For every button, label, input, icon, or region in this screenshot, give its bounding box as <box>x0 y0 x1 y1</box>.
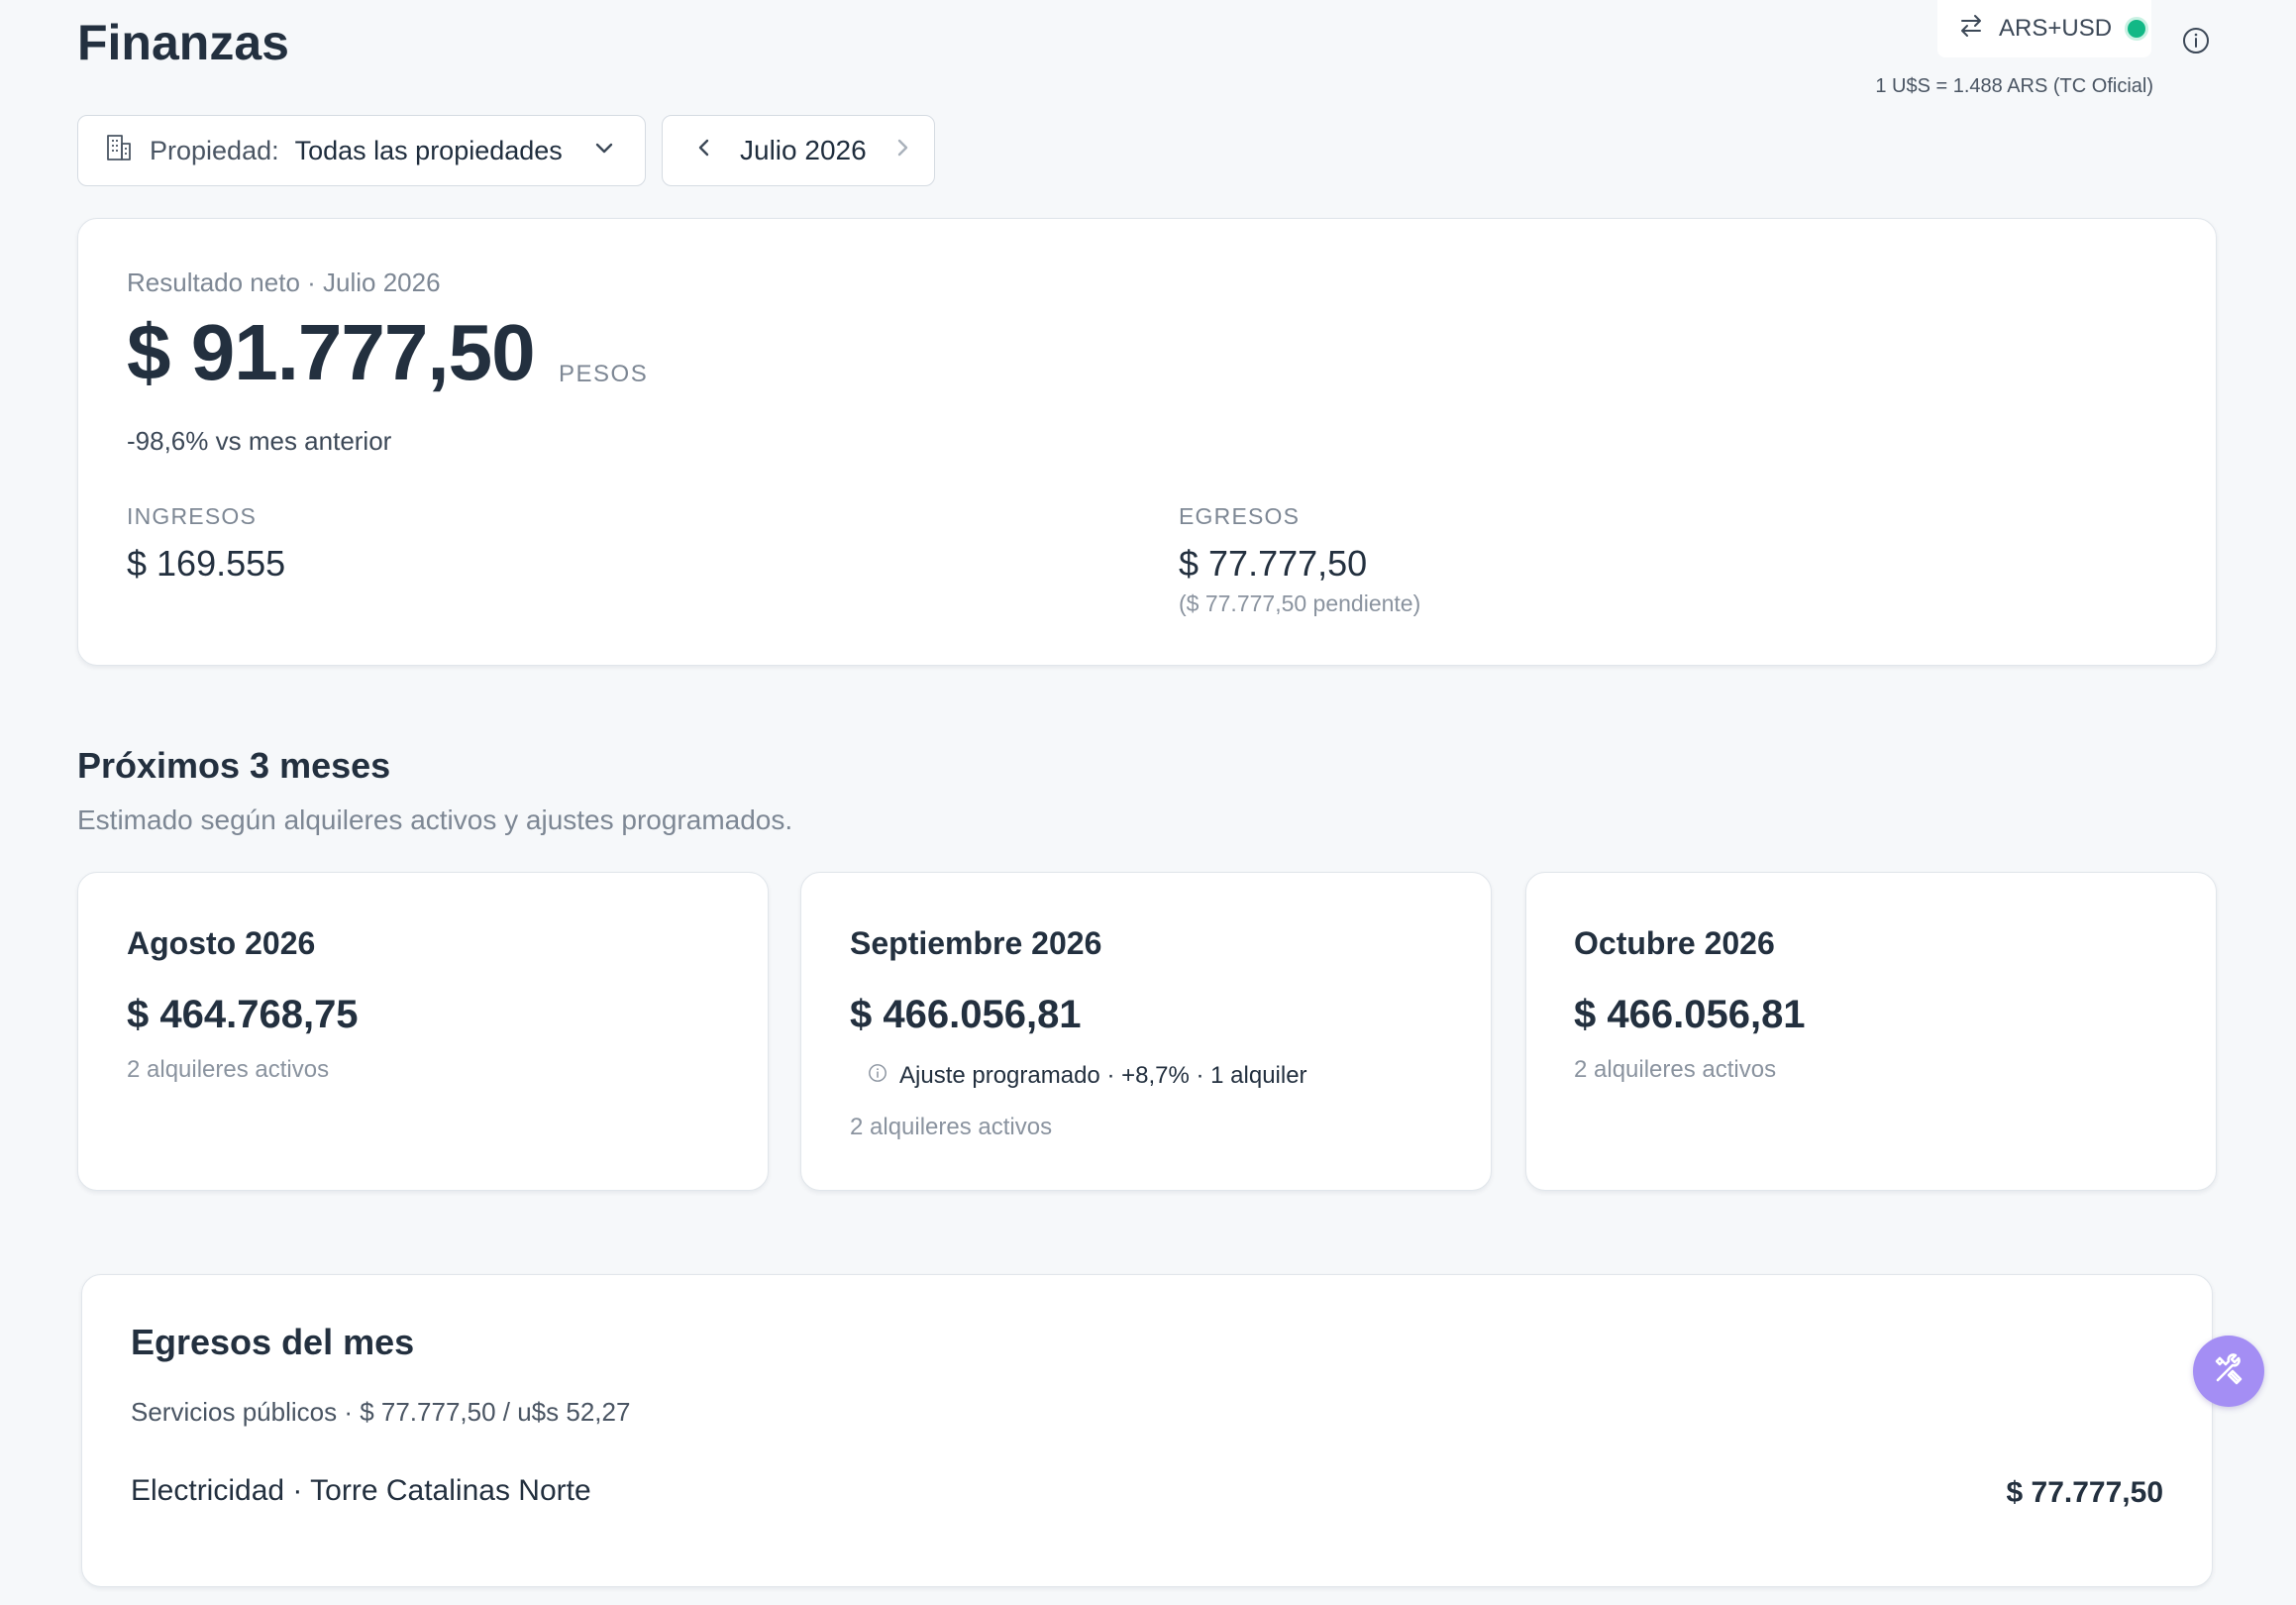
forecast-note: 2 alquileres activos <box>127 1056 330 1083</box>
scheduled-adjustment: Ajuste programado · +8,7% · 1 alquiler <box>868 1062 1307 1090</box>
forecast-month: Octubre 2026 <box>1574 925 1775 961</box>
exchange-rate-note: 1 U$S = 1.488 ARS (TC Oficial) <box>1875 75 2153 97</box>
expense-category: Servicios públicos · $ 77.777,50 / u$s 5… <box>131 1397 631 1427</box>
chevron-left-icon[interactable] <box>692 135 716 166</box>
forecast-month: Agosto 2026 <box>127 925 316 961</box>
building-icon <box>104 133 134 169</box>
swap-arrows-icon <box>1957 12 1985 47</box>
month-selector: Julio 2026 <box>662 115 935 186</box>
forecast-month: Septiembre 2026 <box>850 925 1102 961</box>
expense-item-amount: $ 77.777,50 <box>2006 1476 2163 1509</box>
forecast-amount: $ 466.056,81 <box>850 993 1082 1036</box>
info-icon <box>868 1062 887 1090</box>
property-filter-dropdown[interactable]: Propiedad: Todas las propiedades <box>77 115 646 186</box>
chevron-right-icon[interactable] <box>890 135 914 166</box>
monthly-expenses-title: Egresos del mes <box>131 1322 415 1362</box>
net-result-unit: PESOS <box>559 361 649 387</box>
expense-value: $ 77.777,50 <box>1179 543 1368 584</box>
chevron-down-icon <box>592 136 616 166</box>
currency-mode-label: ARS+USD <box>1999 15 2113 42</box>
tools-icon <box>2209 1349 2248 1394</box>
expense-label: EGRESOS <box>1179 503 1301 529</box>
forecast-note: 2 alquileres activos <box>1574 1056 1777 1083</box>
net-result-label: Resultado neto · Julio 2026 <box>127 268 441 297</box>
status-dot-icon <box>2128 20 2146 38</box>
forecast-subtitle: Estimado según alquileres activos y ajus… <box>77 804 793 835</box>
expense-pending: ($ 77.777,50 pendiente) <box>1179 590 1421 616</box>
income-label: INGRESOS <box>127 503 258 529</box>
page-title: Finanzas <box>77 15 289 70</box>
income-value: $ 169.555 <box>127 543 286 584</box>
tools-fab-button[interactable] <box>2193 1336 2264 1407</box>
forecast-title: Próximos 3 meses <box>77 745 391 786</box>
forecast-note: 2 alquileres activos <box>850 1114 1053 1140</box>
currency-mode-toggle[interactable]: ARS+USD <box>1937 0 2151 57</box>
property-filter-value: Todas las propiedades <box>294 135 563 165</box>
scheduled-adjustment-text: Ajuste programado · +8,7% · 1 alquiler <box>899 1062 1307 1089</box>
month-selector-value: Julio 2026 <box>740 135 867 165</box>
info-icon[interactable] <box>2181 26 2211 55</box>
expense-item-label[interactable]: Electricidad · Torre Catalinas Norte <box>131 1474 591 1508</box>
property-filter-label: Propiedad: <box>150 135 279 165</box>
forecast-amount: $ 466.056,81 <box>1574 993 1806 1036</box>
net-result-comparison: -98,6% vs mes anterior <box>127 426 392 456</box>
net-result-amount: $ 91.777,50 <box>127 308 536 396</box>
forecast-amount: $ 464.768,75 <box>127 993 359 1036</box>
